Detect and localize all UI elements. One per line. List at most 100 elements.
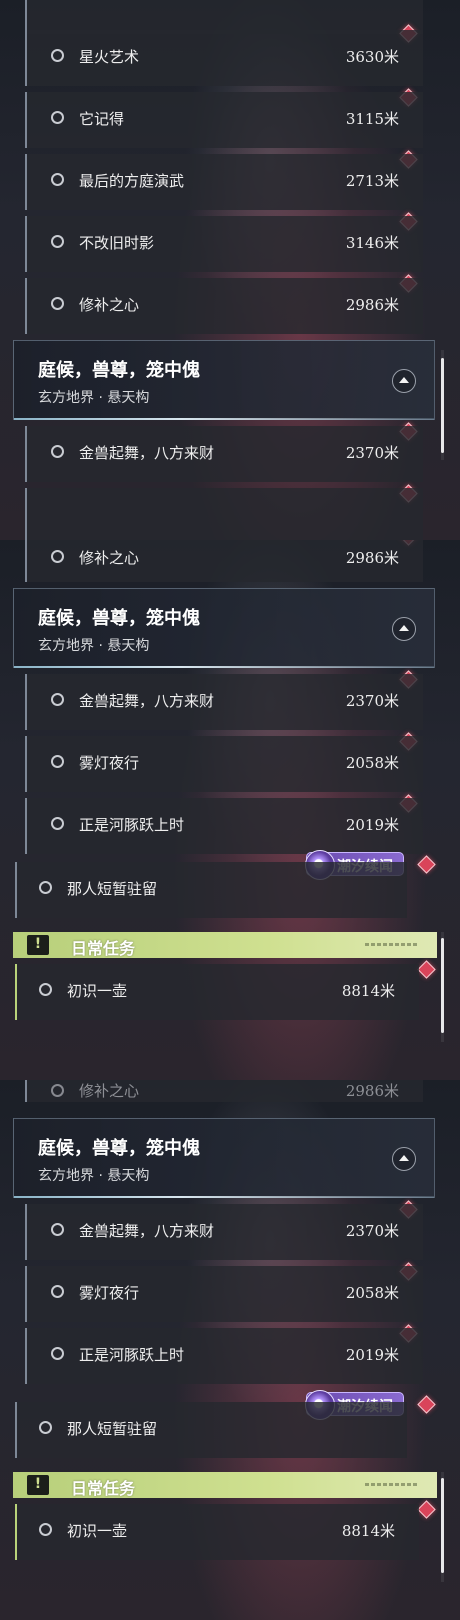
quest-row-bugai[interactable]: 不改旧时影 3146米 [25,216,423,272]
quest-distance: 2058米 [345,754,399,772]
quest-name: 金兽起舞，八方来财 [79,1222,215,1240]
quest-distance: 8814米 [341,1522,395,1540]
quest-name: 修补之心 [79,296,140,314]
quest-name: 金兽起舞，八方来财 [79,692,215,710]
quest-name: 那人短暂驻留 [67,1420,158,1438]
diamond-marker-icon [417,855,436,874]
circle-icon [51,235,64,248]
quest-row-hetun[interactable]: 正是河豚跃上时 2019米 [25,1328,423,1384]
exclamation-icon: ! [27,935,49,955]
daily-tasks-label: 日常任务 [71,1479,136,1498]
circle-icon [39,1421,52,1434]
quest-row-naren[interactable]: 那人短暂驻留 [15,1402,407,1458]
quest-name: 修补之心 [79,549,140,567]
quest-row-jinshou[interactable]: 金兽起舞，八方来财 2370米 [25,1204,423,1260]
quest-group-header[interactable]: 庭候，兽尊，笼中傀 玄方地界 · 悬天构 [13,588,435,668]
circle-icon [51,111,64,124]
quest-group-header[interactable]: 庭候，兽尊，笼中傀 玄方地界 · 悬天构 [13,340,435,420]
quest-distance: 2713米 [345,172,399,190]
quest-row-partial[interactable] [25,488,423,540]
quest-row-fangting[interactable]: 最后的方庭演武 2713米 [25,154,423,210]
quest-row-xinghuo[interactable]: 星火艺术 3630米 [25,30,423,86]
circle-icon [51,817,64,830]
chevron-up-icon[interactable] [392,369,416,393]
quest-distance: 2370米 [345,1222,399,1240]
quest-distance: 2370米 [345,692,399,710]
quest-name: 那人短暂驻留 [67,880,158,898]
quest-row-xiubu[interactable]: 修补之心 2986米 [25,278,423,334]
daily-tasks-header[interactable]: ! 日常任务 [13,932,437,958]
daily-tasks-header[interactable]: ! 日常任务 [13,1472,437,1498]
quest-distance: 3115米 [345,110,399,128]
quest-row-xiubu-partial[interactable]: 修补之心 2986米 [25,1080,423,1102]
diamond-marker-icon [417,960,436,979]
quest-row-jinshou[interactable]: 金兽起舞，八方来财 2370米 [25,426,423,482]
scrollbar-thumb[interactable] [441,358,444,453]
circle-icon [51,297,64,310]
daily-tasks-label: 日常任务 [71,939,136,958]
circle-icon [51,1347,64,1360]
quest-distance: 2986米 [345,296,399,314]
diamond-marker-icon [417,1500,436,1519]
circle-icon [51,173,64,186]
quest-row-wudeng[interactable]: 雾灯夜行 2058米 [25,736,423,792]
quest-name: 最后的方庭演武 [79,172,185,190]
circle-icon [51,755,64,768]
quest-row-partial[interactable] [25,0,423,34]
circle-icon [51,1223,64,1236]
quest-name: 雾灯夜行 [79,1284,140,1302]
chevron-up-icon[interactable] [392,1147,416,1171]
quest-row-hetun[interactable]: 正是河豚跃上时 2019米 [25,798,423,854]
circle-icon [51,1084,64,1097]
quest-row-naren[interactable]: 那人短暂驻留 [15,862,407,918]
quest-distance: 2986米 [345,1082,399,1100]
quest-name: 雾灯夜行 [79,754,140,772]
quest-distance: 2370米 [345,444,399,462]
quest-row-jinshou[interactable]: 金兽起舞，八方来财 2370米 [25,674,423,730]
quest-group-header[interactable]: 庭候，兽尊，笼中傀 玄方地界 · 悬天构 [13,1118,435,1198]
group-title: 庭候，兽尊，笼中傀 [38,1138,200,1159]
group-subtitle: 玄方地界 · 悬天构 [38,638,150,654]
quest-name: 修补之心 [79,1082,140,1100]
quest-distance: 3630米 [345,48,399,66]
circle-icon [51,49,64,62]
quest-panel-1: 星火艺术 3630米 它记得 3115米 最后的方庭演武 2713米 不改旧时影… [0,0,460,540]
quest-name: 它记得 [79,110,125,128]
chevron-up-icon[interactable] [392,617,416,641]
group-title: 庭候，兽尊，笼中傀 [38,360,200,381]
circle-icon [39,881,52,894]
circle-icon [39,1523,52,1536]
circle-icon [51,693,64,706]
quest-distance: 8814米 [341,982,395,1000]
group-subtitle: 玄方地界 · 悬天构 [38,1168,150,1184]
exclamation-icon: ! [27,1475,49,1495]
quest-name: 星火艺术 [79,48,140,66]
quest-name: 初识一壶 [67,982,128,1000]
quest-panel-3: 修补之心 2986米 庭候，兽尊，笼中傀 玄方地界 · 悬天构 金兽起舞，八方来… [0,1080,460,1620]
group-title: 庭候，兽尊，笼中傀 [38,608,200,629]
scrollbar-thumb[interactable] [441,938,444,1033]
quest-row-chushi[interactable]: 初识一壶 8814米 [15,1504,419,1560]
quest-distance: 2019米 [345,816,399,834]
quest-distance: 2058米 [345,1284,399,1302]
quest-row-wudeng[interactable]: 雾灯夜行 2058米 [25,1266,423,1322]
quest-name: 初识一壶 [67,1522,128,1540]
circle-icon [51,550,64,563]
quest-name: 正是河豚跃上时 [79,816,185,834]
quest-distance: 2986米 [345,549,399,567]
circle-icon [39,983,52,996]
circle-icon [51,445,64,458]
quest-name: 金兽起舞，八方来财 [79,444,215,462]
quest-row-xiubu[interactable]: 修补之心 2986米 [25,540,423,582]
circle-icon [51,1285,64,1298]
scrollbar-thumb[interactable] [441,1478,444,1573]
group-subtitle: 玄方地界 · 悬天构 [38,390,150,406]
quest-row-taji[interactable]: 它记得 3115米 [25,92,423,148]
quest-distance: 2019米 [345,1346,399,1364]
diamond-marker-icon [417,1395,436,1414]
quest-row-chushi[interactable]: 初识一壶 8814米 [15,964,419,1020]
quest-distance: 3146米 [345,234,399,252]
quest-panel-2: 修补之心 2986米 庭候，兽尊，笼中傀 玄方地界 · 悬天构 金兽起舞，八方来… [0,540,460,1080]
quest-name: 正是河豚跃上时 [79,1346,185,1364]
quest-name: 不改旧时影 [79,234,155,252]
